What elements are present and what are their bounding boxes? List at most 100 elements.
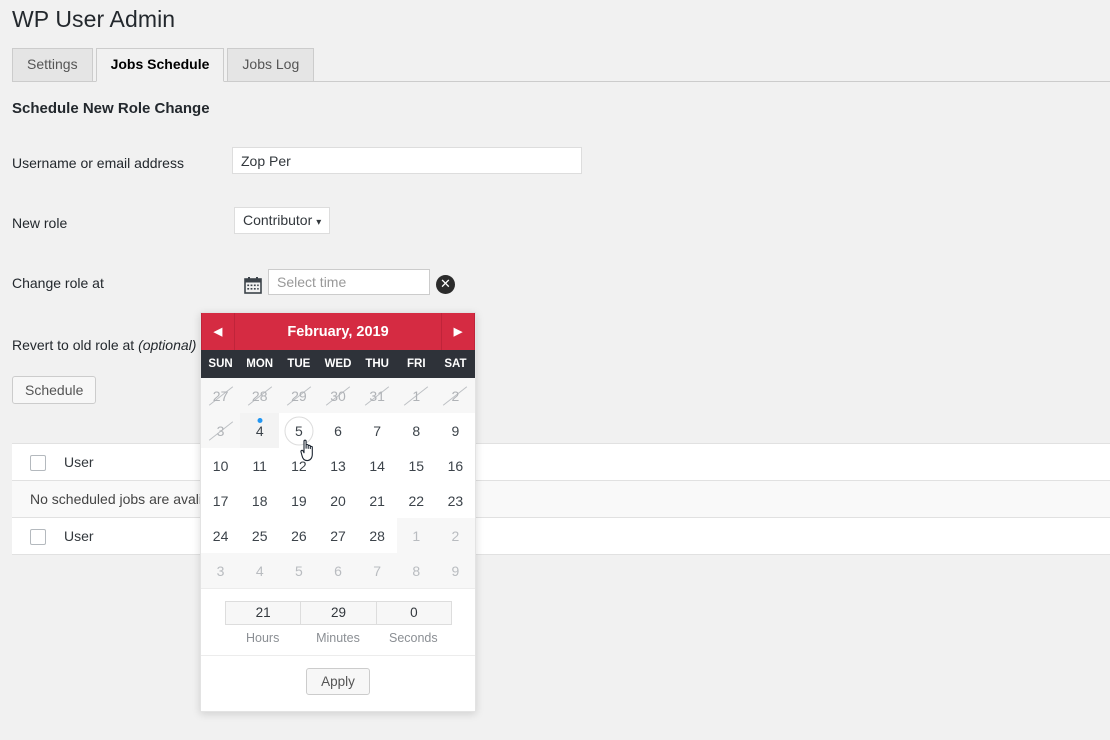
- calendar-day-number: 24: [212, 527, 229, 544]
- calendar-day-number: 26: [291, 527, 307, 544]
- calendar-day-11[interactable]: 11: [240, 448, 279, 483]
- username-label: Username or email address: [12, 155, 184, 171]
- revert-label-text: Revert to old role at: [12, 337, 139, 353]
- calendar-day-8[interactable]: 8: [397, 413, 436, 448]
- calendar-day-number: 19: [291, 492, 307, 509]
- calendar-day-7[interactable]: 7: [358, 413, 397, 448]
- tab-settings[interactable]: Settings: [12, 48, 93, 81]
- hours-label: Hours: [245, 631, 280, 645]
- select-all-footer-checkbox[interactable]: [30, 528, 46, 545]
- calendar-day-30-disabled: 30: [318, 378, 358, 413]
- seconds-stepper[interactable]: 0 Seconds: [375, 601, 452, 645]
- calendar-day-3-other: 3: [201, 553, 241, 588]
- change-role-at-input[interactable]: [268, 269, 430, 295]
- calendar-day-25[interactable]: 25: [240, 518, 279, 553]
- hours-value[interactable]: 21: [225, 601, 302, 625]
- hours-stepper[interactable]: 21 Hours: [225, 601, 302, 645]
- minutes-value[interactable]: 29: [300, 601, 377, 625]
- calendar-day-7-other: 7: [357, 553, 397, 588]
- calendar-day-26[interactable]: 26: [279, 518, 318, 553]
- calendar-day-number: 8: [412, 562, 421, 579]
- calendar-day-number: 13: [330, 457, 346, 474]
- calendar-day-14[interactable]: 14: [358, 448, 397, 483]
- calendar-day-number: 5: [294, 562, 303, 579]
- minutes-stepper[interactable]: 29 Minutes: [300, 601, 377, 645]
- calendar-day-number: 28: [251, 387, 268, 404]
- calendar-day-number: 1: [412, 387, 421, 404]
- day-of-week-header: SUN MON TUE WED THU FRI SAT: [201, 350, 475, 378]
- prev-month-icon[interactable]: ◀: [201, 313, 235, 350]
- time-spinners: 21 Hours 29 Minutes 0 Seconds: [225, 601, 452, 645]
- newrole-selected-value: Contributor: [243, 212, 313, 228]
- calendar-day-5-hovered[interactable]: 5: [279, 413, 318, 448]
- username-input[interactable]: [232, 147, 582, 174]
- calendar-day-20[interactable]: 20: [318, 483, 357, 518]
- calendar-day-number: 7: [373, 562, 382, 579]
- calendar-day-9[interactable]: 9: [436, 413, 475, 448]
- calendar-day-number: 6: [334, 562, 342, 579]
- calendar-day-number: 27: [212, 387, 229, 404]
- tab-jobs-log[interactable]: Jobs Log: [227, 48, 315, 81]
- calendar-day-12[interactable]: 12: [279, 448, 318, 483]
- calendar-day-number: 28: [369, 527, 385, 544]
- next-month-icon[interactable]: ▶: [441, 313, 475, 350]
- calendar-day-13[interactable]: 13: [318, 448, 357, 483]
- calendar-day-number: 30: [330, 387, 346, 404]
- calendar-day-10[interactable]: 10: [201, 448, 240, 483]
- clear-icon[interactable]: ✕: [436, 275, 455, 294]
- datepicker-month-title[interactable]: February, 2019: [235, 324, 441, 340]
- calendar-day-number: 2: [451, 527, 460, 544]
- calendar-day-15[interactable]: 15: [397, 448, 436, 483]
- schedule-button[interactable]: Schedule: [12, 376, 97, 404]
- dow-mon: MON: [246, 358, 274, 370]
- calendar-day-number: 27: [330, 527, 346, 544]
- calendar-day-number: 22: [408, 492, 425, 509]
- table-footer-row: User New Role: [12, 517, 1110, 555]
- table-header-row: User New Role: [12, 443, 1110, 481]
- calendar-day-number: 4: [255, 562, 264, 579]
- calendar-week-row: 3 4 5 6 7 8 9: [201, 553, 475, 588]
- calendar-day-23[interactable]: 23: [436, 483, 475, 518]
- empty-state-row: No scheduled jobs are avaliable: [12, 480, 1110, 518]
- calendar-day-19[interactable]: 19: [279, 483, 318, 518]
- calendar-day-28[interactable]: 28: [358, 518, 397, 553]
- calendar-day-17[interactable]: 17: [201, 483, 240, 518]
- calendar-day-number: 20: [330, 492, 346, 509]
- calendar-day-number: 15: [408, 457, 425, 474]
- column-footer-spacer: [584, 518, 1110, 555]
- calendar-day-2-other: 2: [435, 518, 475, 553]
- calendar-day-27-disabled: 27: [201, 378, 241, 413]
- revert-label: Revert to old role at (optional): [12, 337, 196, 353]
- select-all-checkbox[interactable]: [30, 454, 46, 471]
- calendar-grid: 27 28 29 30 31 1 2 3 4 5 6 7 8 9 10 11 12 13 14 15 16 17 18 19 2…: [201, 378, 475, 588]
- calendar-day-6[interactable]: 6: [318, 413, 357, 448]
- calendar-day-28-disabled: 28: [240, 378, 280, 413]
- calendar-day-31-disabled: 31: [357, 378, 397, 413]
- calendar-day-number: 4: [255, 422, 264, 439]
- calendar-day-24[interactable]: 24: [201, 518, 240, 553]
- newrole-select[interactable]: Contributor ▾: [234, 207, 331, 234]
- calendar-day-16[interactable]: 16: [436, 448, 475, 483]
- tab-bar: Settings Jobs Schedule Jobs Log: [12, 48, 1110, 82]
- calendar-day-number: 31: [369, 387, 385, 404]
- apply-button[interactable]: Apply: [306, 668, 370, 695]
- calendar-day-27[interactable]: 27: [318, 518, 357, 553]
- calendar-day-18[interactable]: 18: [240, 483, 279, 518]
- datetime-picker-popup[interactable]: ◀ February, 2019 ▶ SUN MON TUE WED THU F…: [200, 312, 476, 712]
- calendar-day-3-disabled: 3: [201, 413, 241, 448]
- calendar-day-1-other: 1: [396, 518, 436, 553]
- calendar-day-number: 6: [334, 422, 342, 439]
- dow-thu: THU: [365, 358, 389, 370]
- calendar-day-4-today[interactable]: 4: [240, 413, 280, 448]
- calendar-day-number: 8: [412, 422, 421, 439]
- calendar-icon[interactable]: [244, 276, 262, 294]
- calendar-week-row: 10 11 12 13 14 15 16: [201, 448, 475, 483]
- calendar-day-number: 14: [369, 457, 385, 474]
- calendar-day-21[interactable]: 21: [358, 483, 397, 518]
- calendar-day-number: 25: [251, 527, 268, 544]
- calendar-day-number: 10: [212, 457, 229, 474]
- calendar-day-22[interactable]: 22: [397, 483, 436, 518]
- dow-tue: TUE: [287, 358, 311, 370]
- tab-jobs-schedule[interactable]: Jobs Schedule: [95, 48, 225, 82]
- seconds-value[interactable]: 0: [375, 601, 452, 625]
